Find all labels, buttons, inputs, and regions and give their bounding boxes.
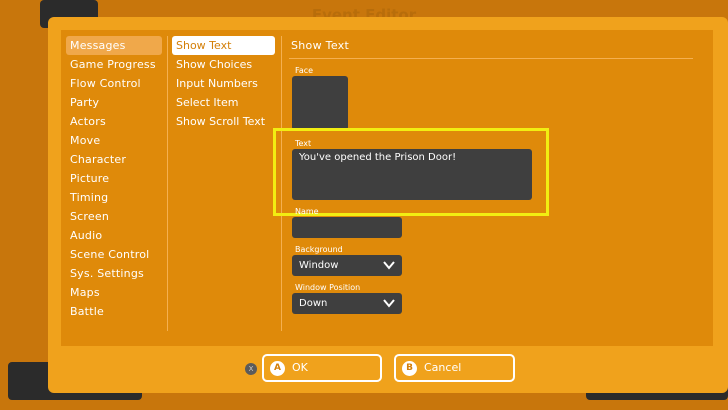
category-item[interactable]: Audio xyxy=(66,226,162,245)
face-image-picker[interactable] xyxy=(292,76,348,130)
section-title: Show Text xyxy=(291,39,350,52)
category-item[interactable]: Battle xyxy=(66,302,162,321)
category-item[interactable]: Party xyxy=(66,93,162,112)
background-value: Window xyxy=(299,260,339,271)
x-button-glyph-icon: X xyxy=(245,363,257,375)
background-select[interactable]: Window xyxy=(292,255,402,276)
ok-button-label: OK xyxy=(292,361,308,374)
category-item[interactable]: Timing xyxy=(66,188,162,207)
category-item[interactable]: Actors xyxy=(66,112,162,131)
window-position-select[interactable]: Down xyxy=(292,293,402,314)
chevron-down-icon xyxy=(383,299,395,308)
ok-button[interactable]: A OK xyxy=(262,354,382,382)
category-item[interactable]: Character xyxy=(66,150,162,169)
category-item[interactable]: Scene Control xyxy=(66,245,162,264)
b-button-glyph-icon: B xyxy=(402,361,417,376)
cancel-button-label: Cancel xyxy=(424,361,462,374)
command-item[interactable]: Show Choices xyxy=(172,55,275,74)
category-item[interactable]: Sys. Settings xyxy=(66,264,162,283)
command-list: Show Text Show Choices Input Numbers Select… xyxy=(172,36,275,131)
window-position-label: Window Position xyxy=(295,283,361,292)
background-label: Background xyxy=(295,245,343,254)
category-item[interactable]: Flow Control xyxy=(66,74,162,93)
command-item[interactable]: Select Item xyxy=(172,93,275,112)
name-label: Name xyxy=(295,207,319,216)
category-item[interactable]: Screen xyxy=(66,207,162,226)
window-position-value: Down xyxy=(299,298,328,309)
category-item[interactable]: Game Progress xyxy=(66,55,162,74)
command-category-list: Messages Game Progress Flow Control Party Ac… xyxy=(66,36,162,321)
category-item[interactable]: Maps xyxy=(66,283,162,302)
category-item[interactable]: Messages xyxy=(66,36,162,55)
speaker-name-field[interactable] xyxy=(292,217,402,238)
cancel-button[interactable]: B Cancel xyxy=(394,354,515,382)
text-field-highlight xyxy=(273,128,549,216)
command-item[interactable]: Show Scroll Text xyxy=(172,112,275,131)
command-item[interactable]: Show Text xyxy=(172,36,275,55)
column-divider xyxy=(167,36,168,331)
chevron-down-icon xyxy=(383,261,395,270)
a-button-glyph-icon: A xyxy=(270,361,285,376)
command-item[interactable]: Input Numbers xyxy=(172,74,275,93)
category-item[interactable]: Picture xyxy=(66,169,162,188)
category-item[interactable]: Move xyxy=(66,131,162,150)
section-divider xyxy=(289,58,693,59)
face-label: Face xyxy=(295,66,314,75)
